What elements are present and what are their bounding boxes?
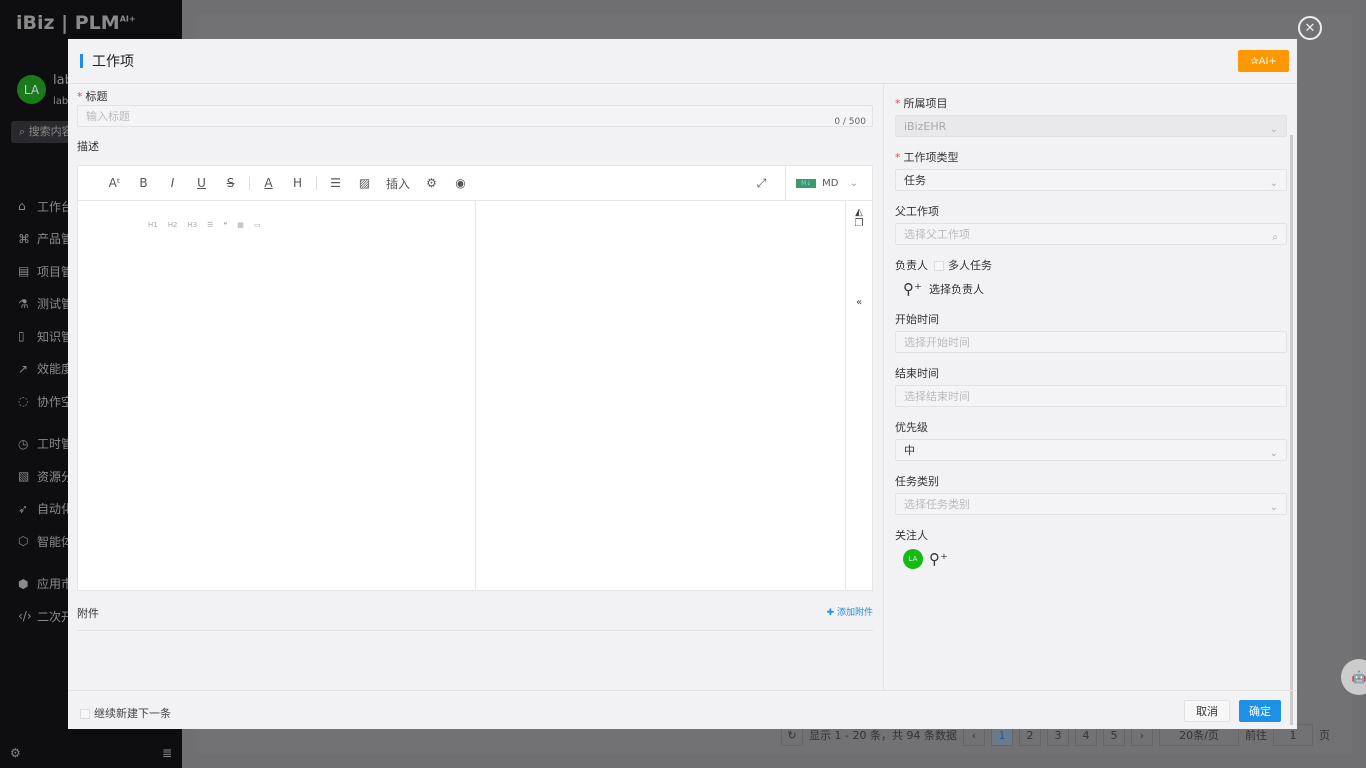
- category-select[interactable]: 选择任务类别⌄: [895, 493, 1287, 515]
- close-icon[interactable]: ✕: [1298, 16, 1322, 40]
- search-icon: ⌕: [1272, 227, 1278, 248]
- type-select[interactable]: 任务⌄: [895, 169, 1287, 191]
- confirm-button[interactable]: 确定: [1239, 700, 1281, 722]
- cube-icon: ⬢: [18, 577, 37, 591]
- rocket-icon: ➶: [18, 502, 37, 516]
- clock-icon: ◷: [18, 437, 37, 451]
- title-label: *标题: [77, 89, 873, 105]
- list-icon[interactable]: ☰: [321, 176, 350, 190]
- multi-checkbox[interactable]: [934, 261, 944, 271]
- home-icon: ⌂: [18, 199, 37, 213]
- book-icon: ▯: [18, 329, 37, 343]
- scrollbar[interactable]: [1290, 135, 1293, 725]
- preview-icon[interactable]: ◉: [446, 176, 475, 190]
- font-size-icon[interactable]: Aᵗ: [100, 176, 129, 190]
- fullscreen-icon[interactable]: ⤢: [747, 176, 776, 191]
- settings-icon[interactable]: ⚙: [10, 746, 21, 760]
- flask-icon: ⚗: [18, 297, 37, 311]
- agent-icon: ⬡: [18, 534, 37, 548]
- dialog-title: 工作项: [92, 51, 134, 71]
- toc-icon[interactable]: ◭: [846, 207, 872, 218]
- goto-label: 前往: [1245, 727, 1267, 743]
- editor-input[interactable]: H1H2H3☰❝▦▭: [78, 201, 476, 591]
- gear-icon[interactable]: ⚙: [417, 176, 446, 190]
- continue-checkbox[interactable]: 继续新建下一条: [80, 705, 171, 721]
- image-icon[interactable]: ▨: [350, 176, 379, 190]
- collapse-preview-icon[interactable]: «: [846, 297, 872, 308]
- desc-label: 描述: [77, 139, 873, 155]
- code-icon: ‹/›: [18, 609, 37, 623]
- watcher-avatar: LA: [903, 549, 923, 569]
- end-date-input[interactable]: 选择结束时间: [895, 385, 1287, 407]
- cancel-button[interactable]: 取消: [1184, 700, 1230, 722]
- project-select[interactable]: iBizEHR⌄: [895, 115, 1287, 137]
- title-input[interactable]: 输入标题0 / 500: [77, 105, 873, 127]
- assignee-picker[interactable]: ⚲⁺选择负责人: [903, 279, 1287, 299]
- page-suffix: 页: [1319, 727, 1330, 743]
- add-watcher-icon[interactable]: ⚲⁺: [929, 549, 949, 569]
- markdown-editor[interactable]: Aᵗ B I U S A H ☰ ▨ 插入 ⚙ ◉ ⤢ M↓MD⌄ H1H2H3…: [77, 165, 873, 591]
- bold-icon[interactable]: B: [129, 176, 158, 190]
- strikethrough-icon[interactable]: S: [216, 176, 245, 190]
- user-sub: lab: [53, 96, 68, 107]
- work-item-dialog: 工作项 ✰ AI+ *标题 输入标题0 / 500 描述 Aᵗ B I U S …: [68, 39, 1297, 729]
- properties-panel: *所属项目 iBizEHR⌄ *工作项类型 任务⌄ 父工作项 选择父工作项⌕ 负…: [883, 85, 1297, 690]
- ai-button[interactable]: ✰ AI+: [1238, 50, 1289, 72]
- chat-icon: ◌: [18, 394, 37, 408]
- folder-icon: ▤: [18, 264, 37, 278]
- avatar[interactable]: LA: [17, 75, 46, 104]
- underline-icon[interactable]: U: [187, 176, 216, 190]
- resource-icon: ▧: [18, 469, 37, 483]
- attach-label: 附件: [77, 605, 99, 630]
- collapse-icon[interactable]: ≣: [162, 746, 172, 760]
- start-date-input[interactable]: 选择开始时间: [895, 331, 1287, 353]
- add-user-icon: ⚲⁺: [903, 279, 923, 299]
- heading-icon[interactable]: H: [283, 176, 312, 190]
- logo: iBiz | PLMAI+: [16, 12, 136, 34]
- italic-icon[interactable]: I: [158, 176, 187, 190]
- product-icon: ⌘: [18, 232, 37, 246]
- copy-icon[interactable]: ❐: [846, 218, 872, 229]
- chart-icon: ↗: [18, 362, 37, 376]
- mode-select[interactable]: M↓MD⌄: [785, 166, 872, 201]
- priority-select[interactable]: 中⌄: [895, 439, 1287, 461]
- pager-summary: 显示 1 - 20 条，共 94 条数据: [809, 727, 957, 743]
- add-attachment-button[interactable]: ✚ 添加附件: [827, 605, 873, 630]
- font-color-icon[interactable]: A: [254, 176, 283, 190]
- parent-picker[interactable]: 选择父工作项⌕: [895, 223, 1287, 245]
- insert-button[interactable]: 插入: [379, 175, 417, 192]
